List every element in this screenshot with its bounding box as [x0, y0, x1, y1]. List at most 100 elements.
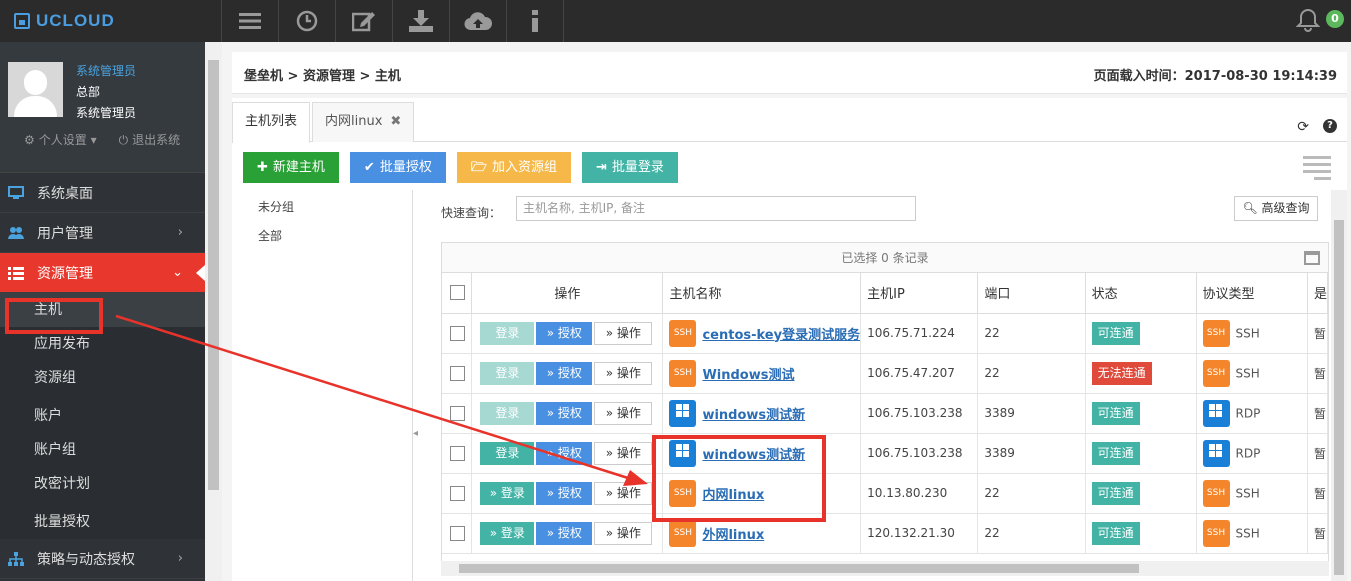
login-button[interactable]: » 登录: [480, 481, 535, 505]
clock-icon[interactable]: [279, 0, 336, 42]
search-input[interactable]: 主机名称, 主机IP, 备注: [516, 196, 916, 221]
protocol-name: SSH: [1235, 366, 1260, 380]
chevron-right-icon: ›: [177, 551, 183, 566]
sidebar-sub-password-plan[interactable]: 改密计划: [0, 467, 205, 501]
chevron-down-icon: »: [605, 405, 614, 420]
menu-icon[interactable]: [222, 0, 279, 42]
new-host-button[interactable]: ✚ 新建主机: [243, 152, 339, 183]
sidebar-item-resource-mgmt[interactable]: 资源管理 ⌄: [0, 253, 205, 293]
sidebar-item-user-mgmt[interactable]: 用户管理 ›: [0, 213, 205, 253]
host-name-link[interactable]: windows测试新: [702, 408, 805, 423]
row-checkbox[interactable]: [450, 365, 465, 381]
logout-link[interactable]: ⏻ 退出系统: [119, 131, 181, 148]
row-checkbox[interactable]: [450, 445, 465, 461]
protocol-name: RDP: [1235, 446, 1261, 460]
authorize-button[interactable]: » 授权: [536, 401, 593, 425]
select-all-checkbox[interactable]: [450, 285, 465, 301]
operation-button[interactable]: » 操作: [594, 401, 653, 425]
tree-item-ungrouped[interactable]: 未分组: [258, 198, 294, 215]
batch-auth-button[interactable]: ✔ 批量授权: [349, 152, 446, 183]
download-icon[interactable]: [393, 0, 450, 42]
ssh-icon: SSH: [669, 519, 697, 547]
authorize-button[interactable]: » 授权: [536, 481, 593, 505]
tab-host-list[interactable]: 主机列表: [232, 102, 311, 143]
host-port: 3389: [977, 433, 1086, 474]
operation-button[interactable]: » 操作: [594, 481, 653, 505]
sidebar-sub-account-group[interactable]: 账户组: [0, 433, 205, 467]
login-button[interactable]: 登录: [480, 361, 535, 385]
sidebar-sub-batch-auth[interactable]: 批量授权: [0, 505, 205, 539]
host-port: 3389: [977, 393, 1086, 434]
host-ip: 120.132.21.30: [860, 513, 979, 554]
protocol-name: RDP: [1235, 406, 1261, 420]
sidebar-sub-account[interactable]: 账户: [0, 399, 205, 433]
host-name-link[interactable]: centos-key登录测试服务: [702, 328, 859, 343]
col-port[interactable]: 端口: [977, 273, 1086, 314]
authorize-button[interactable]: » 授权: [536, 441, 593, 465]
sidebar-sub-resource-group[interactable]: 资源组: [0, 361, 205, 395]
pane-v-scrollbar[interactable]: [1331, 190, 1347, 581]
avatar: [8, 62, 63, 117]
authorize-button[interactable]: » 授权: [536, 521, 593, 545]
authorize-button[interactable]: » 授权: [536, 361, 593, 385]
help-icon[interactable]: ?: [1323, 119, 1337, 133]
row-checkbox[interactable]: [450, 485, 465, 501]
close-icon[interactable]: ✖: [390, 114, 401, 129]
login-button[interactable]: 登录: [480, 321, 535, 345]
host-port: 22: [977, 473, 1086, 514]
user-name[interactable]: 系统管理员: [76, 62, 136, 79]
tab-intranet-linux[interactable]: 内网linux ✖: [312, 102, 415, 142]
protocol-name: SSH: [1235, 526, 1260, 540]
col-protocol[interactable]: 协议类型: [1196, 273, 1308, 314]
operation-button[interactable]: » 操作: [594, 361, 653, 385]
authorize-button[interactable]: » 授权: [536, 321, 593, 345]
col-extra[interactable]: 是: [1307, 273, 1328, 314]
plus-icon: ✚: [257, 160, 268, 175]
col-host-name[interactable]: 主机名称: [662, 273, 862, 314]
host-table: 已选择 0 条记录 操作 主机名称 主机IP 端口 状态 协议类型 是 登录 »…: [441, 242, 1329, 570]
host-ip: 106.75.103.238: [860, 433, 979, 474]
annotation-box-host-row: [652, 435, 826, 522]
host-port: 22: [977, 353, 1086, 394]
operation-button[interactable]: » 操作: [594, 521, 653, 545]
host-name-link[interactable]: Windows测试: [702, 368, 794, 383]
sidebar-item-desktop[interactable]: 系统桌面: [0, 173, 205, 213]
host-name-link[interactable]: 外网linux: [702, 528, 764, 543]
bell-icon[interactable]: [1295, 8, 1321, 36]
extra-cell: 暂: [1307, 313, 1328, 354]
columns-icon[interactable]: [1304, 251, 1320, 265]
batch-login-button[interactable]: ⇥ 批量登录: [581, 152, 678, 183]
sidebar-scrollbar[interactable]: [205, 42, 222, 581]
power-icon: ⏻: [118, 133, 129, 147]
advanced-search-button[interactable]: 🔍︎ 高级查询: [1234, 196, 1318, 221]
notification-badge: 0: [1326, 10, 1344, 28]
table-h-scrollbar[interactable]: [441, 561, 1329, 576]
add-to-group-button[interactable]: 🗁 加入资源组: [456, 152, 571, 183]
info-icon[interactable]: [507, 0, 564, 42]
edit-icon[interactable]: [336, 0, 393, 42]
row-checkbox[interactable]: [450, 325, 465, 341]
operation-button[interactable]: » 操作: [594, 441, 653, 465]
chevron-down-icon: »: [546, 485, 555, 500]
extra-cell: 暂: [1307, 353, 1328, 394]
column-menu-icon[interactable]: [1303, 156, 1331, 182]
ssh-icon: SSH: [1202, 479, 1230, 507]
operation-button[interactable]: » 操作: [594, 321, 653, 345]
col-status[interactable]: 状态: [1085, 273, 1197, 314]
brand[interactable]: UCLOUD: [0, 0, 222, 42]
login-button[interactable]: 登录: [480, 401, 535, 425]
row-checkbox[interactable]: [450, 405, 465, 421]
row-checkbox[interactable]: [450, 525, 465, 541]
login-button[interactable]: » 登录: [480, 521, 535, 545]
tree-item-all[interactable]: 全部: [258, 227, 282, 244]
refresh-icon[interactable]: ⟳: [1297, 119, 1309, 135]
login-button[interactable]: 登录: [480, 441, 535, 465]
cloud-upload-icon[interactable]: [450, 0, 507, 42]
personal-settings-link[interactable]: ⚙ 个人设置 ▾: [24, 131, 97, 148]
collapse-handle-icon[interactable]: ◂: [413, 428, 421, 448]
ssh-icon: SSH: [669, 319, 697, 347]
chevron-down-icon: »: [546, 405, 555, 420]
col-host-ip[interactable]: 主机IP: [860, 273, 979, 314]
ssh-icon: SSH: [1202, 519, 1230, 547]
sidebar-item-policy[interactable]: 策略与动态授权 ›: [0, 539, 205, 579]
